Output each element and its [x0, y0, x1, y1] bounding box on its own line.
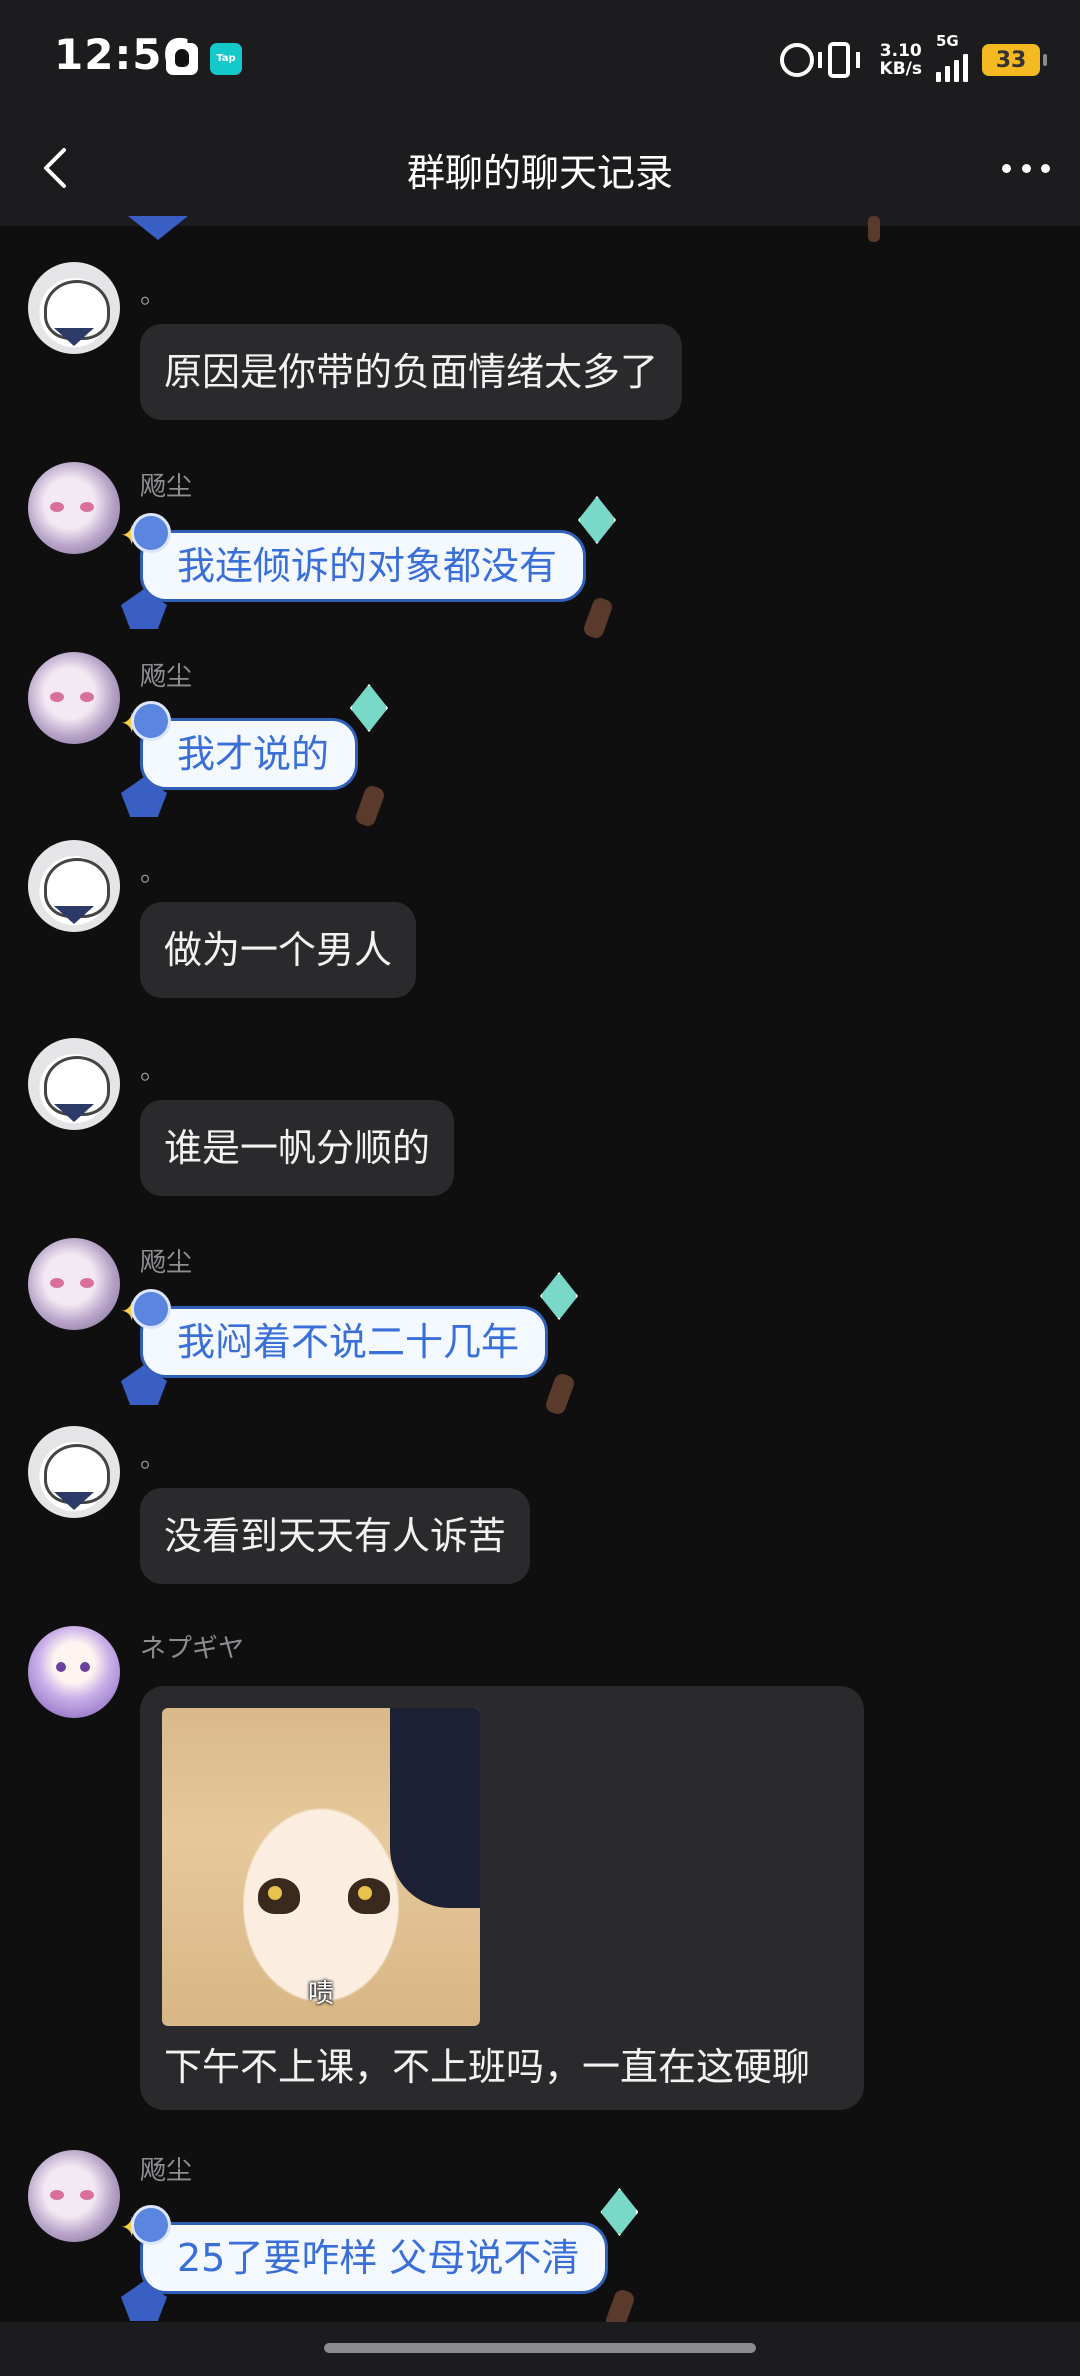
message-text: 我闷着不说二十几年 — [130, 1289, 549, 1378]
message-text: 下午不上课，不上班吗，一直在这硬聊 — [164, 2045, 811, 2089]
gem-icon — [578, 496, 617, 544]
avatar[interactable] — [28, 2150, 120, 2242]
home-indicator[interactable] — [324, 2343, 756, 2353]
sender-name: ネプギヤ — [140, 1634, 245, 1664]
avatar[interactable] — [28, 1238, 120, 1330]
decorated-bubble[interactable]: ✦ 25了要咋样 父母说不清 — [120, 2188, 639, 2333]
sender-name: 飏尘 — [140, 662, 193, 692]
network-type: 5G — [936, 32, 959, 50]
candy-icon — [353, 783, 387, 829]
qq-notification-icon — [166, 43, 198, 75]
avatar[interactable] — [28, 1626, 120, 1718]
avatar[interactable] — [28, 652, 120, 744]
sender-name: 飏尘 — [140, 472, 193, 502]
gem-icon — [540, 1272, 579, 1320]
sticker-caption: 啧 — [307, 1979, 334, 2009]
battery-icon: 33 — [982, 44, 1047, 76]
sender-name: 。 — [140, 858, 167, 888]
sender-name: 。 — [140, 1444, 167, 1474]
sender-name: 。 — [140, 280, 167, 310]
alarm-icon — [779, 43, 814, 77]
message-text: 我才说的 — [130, 701, 359, 790]
taptap-notification-icon: Tap — [210, 43, 242, 75]
clipped-decoration — [868, 216, 880, 242]
message-bubble[interactable]: 没看到天天有人诉苦 — [140, 1488, 531, 1584]
network-speed-value: 3.10 — [879, 41, 922, 61]
network-speed: 3.10 KB/s — [880, 42, 922, 78]
message-text: 我连倾诉的对象都没有 — [130, 513, 587, 602]
page-title: 群聊的聊天记录 — [406, 151, 673, 195]
sender-name: 飏尘 — [140, 2156, 193, 2186]
clipped-decoration — [128, 216, 188, 240]
gem-icon — [600, 2188, 639, 2236]
avatar[interactable] — [28, 262, 120, 354]
decorated-bubble[interactable]: ✦ 我连倾诉的对象都没有 — [120, 496, 617, 641]
avatar[interactable] — [28, 1426, 120, 1518]
sender-name: 飏尘 — [140, 1248, 193, 1278]
gem-icon — [350, 684, 389, 732]
sticker-image[interactable]: 啧 — [162, 1708, 480, 2026]
avatar[interactable] — [28, 1038, 120, 1130]
vibrate-icon — [817, 42, 860, 78]
decorated-bubble[interactable]: ✦ 我闷着不说二十几年 — [120, 1272, 579, 1417]
message-bubble[interactable]: 原因是你带的负面情绪太多了 — [140, 324, 683, 420]
image-text-bubble[interactable]: 啧 下午不上课，不上班吗，一直在这硬聊 — [140, 1686, 864, 2110]
status-right: 3.10 KB/s 5G 33 — [779, 32, 1047, 84]
signal-icon: 5G — [936, 32, 968, 82]
network-speed-unit: KB/s — [879, 59, 922, 79]
more-options-icon[interactable] — [1002, 158, 1050, 178]
title-bar: 群聊的聊天记录 — [0, 110, 1080, 226]
decorated-bubble[interactable]: ✦ 我才说的 — [120, 684, 389, 829]
candy-icon — [543, 1371, 577, 1417]
sticker-eye — [348, 1878, 390, 1914]
avatar[interactable] — [28, 840, 120, 932]
status-bar: 12:56 Tap 3.10 KB/s 5G 33 — [0, 0, 1080, 110]
sender-name: 。 — [140, 1056, 167, 1086]
message-bubble[interactable]: 谁是一帆分顺的 — [140, 1100, 455, 1196]
candy-icon — [581, 595, 615, 641]
avatar[interactable] — [28, 462, 120, 554]
message-text: 25了要咋样 父母说不清 — [130, 2205, 609, 2294]
message-bubble[interactable]: 做为一个男人 — [140, 902, 417, 998]
sticker-eye — [258, 1878, 300, 1914]
